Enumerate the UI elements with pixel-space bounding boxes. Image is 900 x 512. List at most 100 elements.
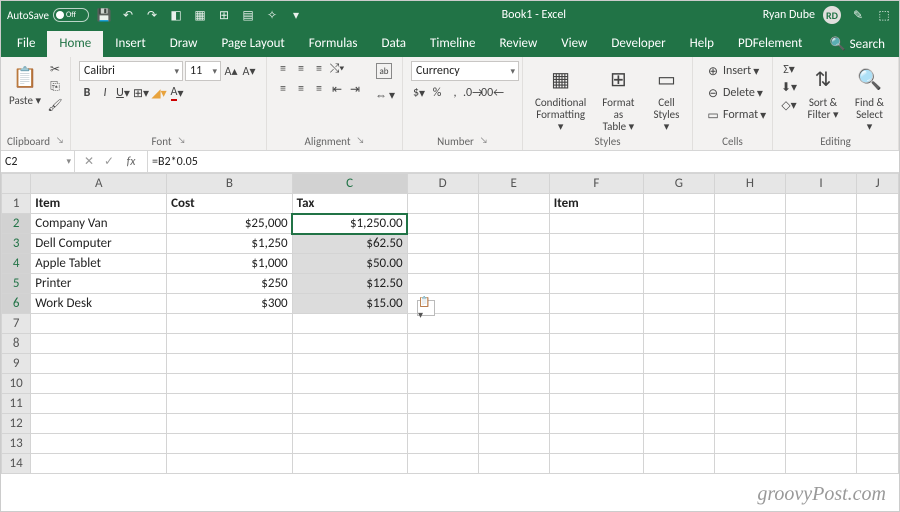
column-header-J[interactable]: J [857, 174, 899, 194]
cell-A12[interactable] [31, 414, 167, 434]
tab-view[interactable]: View [549, 31, 599, 57]
cell-I12[interactable] [786, 414, 857, 434]
column-header-F[interactable]: F [549, 174, 643, 194]
cell-E14[interactable] [478, 454, 549, 474]
cell-F8[interactable] [549, 334, 643, 354]
cell-D9[interactable] [407, 354, 478, 374]
cell-C6[interactable]: $15.00 [292, 294, 407, 314]
cell-E2[interactable] [478, 214, 549, 234]
tab-file[interactable]: File [5, 31, 47, 57]
alignment-dialog-icon[interactable]: ↘ [357, 135, 365, 148]
cell-D4[interactable] [407, 254, 478, 274]
cell-J13[interactable] [857, 434, 899, 454]
select-all-corner[interactable] [2, 174, 31, 194]
cell-I9[interactable] [786, 354, 857, 374]
cell-styles-button[interactable]: ▭ Cell Styles ▾ [646, 61, 686, 135]
cell-F13[interactable] [549, 434, 643, 454]
cell-G6[interactable] [643, 294, 714, 314]
clear-icon[interactable]: ◇▾ [781, 97, 797, 113]
cell-I11[interactable] [786, 394, 857, 414]
cell-A13[interactable] [31, 434, 167, 454]
cell-B3[interactable]: $1,250 [167, 234, 292, 254]
cell-F12[interactable] [549, 414, 643, 434]
row-header-13[interactable]: 13 [2, 434, 31, 454]
column-header-G[interactable]: G [643, 174, 714, 194]
accounting-format-icon[interactable]: $▾ [411, 85, 427, 101]
increase-indent-icon[interactable]: ⇥ [347, 81, 363, 97]
font-size-dropdown[interactable]: 11 [185, 61, 221, 81]
number-dialog-icon[interactable]: ↘ [480, 135, 488, 148]
column-header-I[interactable]: I [786, 174, 857, 194]
cell-C9[interactable] [292, 354, 407, 374]
pen-icon[interactable]: ✎ [849, 6, 867, 24]
cell-F5[interactable] [549, 274, 643, 294]
merge-center-button[interactable]: ⇔▾ [369, 85, 399, 105]
cut-icon[interactable]: ✂ [47, 61, 63, 77]
row-header-3[interactable]: 3 [2, 234, 31, 254]
cell-I10[interactable] [786, 374, 857, 394]
save-icon[interactable]: 💾 [95, 6, 113, 24]
cell-J2[interactable] [857, 214, 899, 234]
tab-insert[interactable]: Insert [103, 31, 158, 57]
column-header-D[interactable]: D [407, 174, 478, 194]
column-header-A[interactable]: A [31, 174, 167, 194]
find-select-button[interactable]: 🔍 Find & Select ▾ [849, 61, 890, 135]
cell-G13[interactable] [643, 434, 714, 454]
qat-icon-2[interactable]: ▦ [191, 6, 209, 24]
tab-timeline[interactable]: Timeline [418, 31, 487, 57]
cell-B10[interactable] [167, 374, 292, 394]
cell-I14[interactable] [786, 454, 857, 474]
cell-F3[interactable] [549, 234, 643, 254]
paste-icon[interactable]: 📋 [9, 61, 41, 93]
cell-J8[interactable] [857, 334, 899, 354]
cell-E8[interactable] [478, 334, 549, 354]
cell-E7[interactable] [478, 314, 549, 334]
cell-H7[interactable] [714, 314, 785, 334]
cell-H9[interactable] [714, 354, 785, 374]
cell-C7[interactable] [292, 314, 407, 334]
cell-A1[interactable]: Item [31, 194, 167, 214]
cell-D10[interactable] [407, 374, 478, 394]
align-left-icon[interactable]: ≡ [275, 81, 291, 97]
cell-A4[interactable]: Apple Tablet [31, 254, 167, 274]
cell-I1[interactable] [786, 194, 857, 214]
clipboard-dialog-icon[interactable]: ↘ [56, 135, 64, 148]
cell-I8[interactable] [786, 334, 857, 354]
tab-developer[interactable]: Developer [599, 31, 677, 57]
align-middle-icon[interactable]: ≡ [293, 61, 309, 77]
format-as-table-button[interactable]: ⊞ Format as Table ▾ [598, 61, 638, 135]
cell-C1[interactable]: Tax [292, 194, 407, 214]
cell-E3[interactable] [478, 234, 549, 254]
cell-A7[interactable] [31, 314, 167, 334]
bold-button[interactable]: B [79, 85, 95, 101]
wrap-text-button[interactable]: ab [369, 61, 399, 81]
undo-icon[interactable]: ↶ [119, 6, 137, 24]
cell-F7[interactable] [549, 314, 643, 334]
tab-help[interactable]: Help [678, 31, 726, 57]
cell-G10[interactable] [643, 374, 714, 394]
fill-icon[interactable]: ⬇▾ [781, 79, 797, 95]
cell-F11[interactable] [549, 394, 643, 414]
cell-E13[interactable] [478, 434, 549, 454]
cell-C13[interactable] [292, 434, 407, 454]
format-painter-icon[interactable]: 🖌 [47, 97, 63, 113]
cell-D14[interactable] [407, 454, 478, 474]
decrease-indent-icon[interactable]: ⇤ [329, 81, 345, 97]
percent-format-icon[interactable]: % [429, 85, 445, 101]
increase-font-icon[interactable]: A▴ [223, 63, 239, 79]
row-header-1[interactable]: 1 [2, 194, 31, 214]
cell-A14[interactable] [31, 454, 167, 474]
cell-E4[interactable] [478, 254, 549, 274]
cell-I6[interactable] [786, 294, 857, 314]
cell-D11[interactable] [407, 394, 478, 414]
cell-D12[interactable] [407, 414, 478, 434]
cell-B5[interactable]: $250 [167, 274, 292, 294]
cell-D2[interactable] [407, 214, 478, 234]
cell-C11[interactable] [292, 394, 407, 414]
row-header-6[interactable]: 6 [2, 294, 31, 314]
cell-J6[interactable] [857, 294, 899, 314]
cell-A2[interactable]: Company Van [31, 214, 167, 234]
cell-J10[interactable] [857, 374, 899, 394]
tab-page-layout[interactable]: Page Layout [209, 31, 296, 57]
align-center-icon[interactable]: ≡ [293, 81, 309, 97]
